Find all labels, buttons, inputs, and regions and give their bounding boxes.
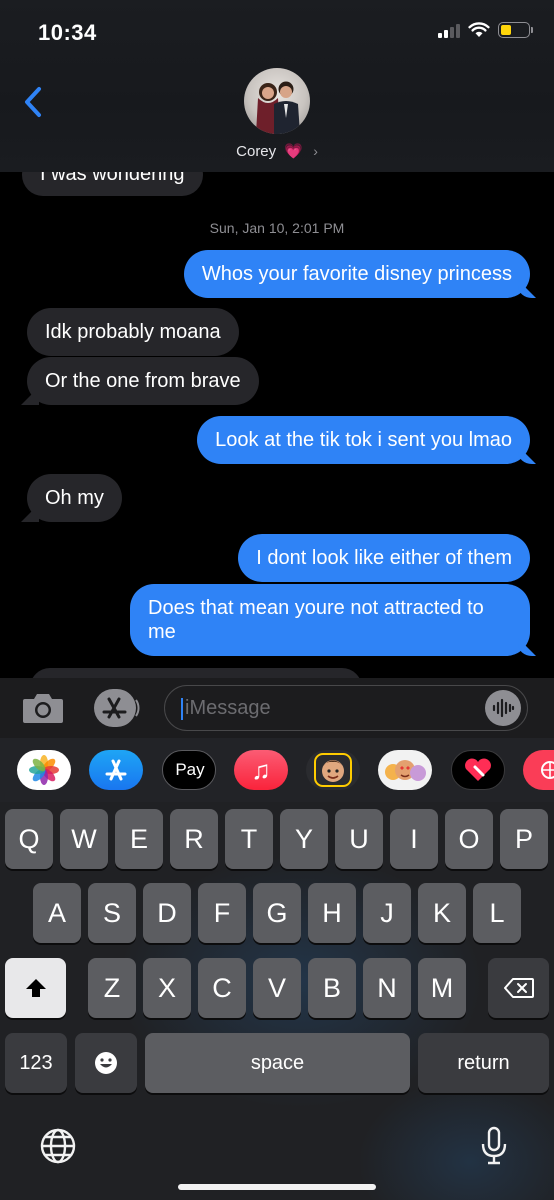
app-store-app-icon[interactable]	[89, 750, 143, 790]
heart-emoji: 💗	[284, 143, 304, 160]
key-g[interactable]: G	[253, 883, 301, 943]
emoji-face-icon	[95, 1052, 117, 1074]
key-d[interactable]: D	[143, 883, 191, 943]
digital-touch-app-icon[interactable]	[451, 750, 505, 790]
shift-key[interactable]	[5, 958, 66, 1018]
message-bubble-incoming[interactable]: Oh my	[27, 474, 122, 522]
animoji-app-icon[interactable]	[378, 750, 432, 790]
status-indicators	[438, 22, 533, 38]
numbers-key[interactable]: 123	[5, 1033, 67, 1093]
key-y[interactable]: Y	[280, 809, 328, 869]
memoji-icon	[314, 753, 352, 787]
key-t[interactable]: T	[225, 809, 273, 869]
message-bubble-outgoing[interactable]: I dont look like either of them	[238, 534, 530, 582]
message-input[interactable]: iMessage	[164, 685, 528, 731]
animoji-icon	[385, 760, 426, 781]
key-e[interactable]: E	[115, 809, 163, 869]
app-store-button[interactable]	[92, 686, 140, 730]
key-i[interactable]: I	[390, 809, 438, 869]
contact-avatar[interactable]	[244, 68, 310, 134]
cellular-signal-icon	[438, 22, 460, 38]
key-q[interactable]: Q	[5, 809, 53, 869]
wifi-icon	[468, 22, 490, 37]
text-caret	[181, 698, 183, 720]
camera-icon	[23, 694, 63, 723]
key-l[interactable]: L	[473, 883, 521, 943]
message-input-placeholder: iMessage	[185, 697, 271, 719]
key-p[interactable]: P	[500, 809, 548, 869]
key-m[interactable]: M	[418, 958, 466, 1018]
app-store-a-icon	[105, 759, 127, 781]
shift-arrow-icon	[25, 979, 46, 997]
key-c[interactable]: C	[198, 958, 246, 1018]
contact-name-row[interactable]: Corey 💗 ›	[0, 142, 554, 160]
message-bubble-outgoing[interactable]: Look at the tik tok i sent you lmao	[197, 416, 530, 464]
waveform-icon	[492, 698, 515, 718]
backspace-icon	[503, 978, 534, 998]
message-timestamp: Sun, Jan 10, 2:01 PM	[209, 220, 345, 236]
globe-icon	[40, 1128, 76, 1164]
app-drawer: Pay ♫	[0, 738, 554, 802]
battery-icon	[498, 22, 533, 38]
key-r[interactable]: R	[170, 809, 218, 869]
chevron-right-icon: ›	[313, 143, 318, 159]
key-n[interactable]: N	[363, 958, 411, 1018]
input-bar: iMessage	[0, 678, 554, 738]
apple-pay-app-icon[interactable]: Pay	[162, 750, 216, 790]
heart-touch-icon	[465, 758, 491, 781]
home-indicator[interactable]	[178, 1184, 376, 1190]
web-images-app-icon[interactable]	[523, 750, 554, 790]
apple-pay-label: Pay	[175, 760, 205, 779]
key-v[interactable]: V	[253, 958, 301, 1018]
message-bubble-incoming[interactable]: Idk probably moana	[27, 308, 239, 356]
globe-search-icon	[541, 761, 554, 779]
key-u[interactable]: U	[335, 809, 383, 869]
message-bubble-incoming[interactable]: Or the one from brave	[27, 357, 259, 405]
globe-button[interactable]	[38, 1126, 78, 1166]
emoji-key[interactable]	[75, 1033, 137, 1093]
key-o[interactable]: O	[445, 809, 493, 869]
delete-key[interactable]	[488, 958, 549, 1018]
message-bubble-outgoing[interactable]: Does that mean youre not attracted to me	[130, 584, 530, 656]
back-button[interactable]	[18, 82, 48, 122]
chevron-left-icon	[25, 87, 41, 117]
key-k[interactable]: K	[418, 883, 466, 943]
message-thread[interactable]: I was wondering Sun, Jan 10, 2:01 PM Who…	[0, 172, 554, 678]
return-key[interactable]: return	[418, 1033, 549, 1093]
message-bubble-outgoing[interactable]: Whos your favorite disney princess	[183, 250, 530, 298]
dictation-button[interactable]	[476, 1124, 512, 1168]
contact-name: Corey	[236, 143, 277, 160]
memoji-app-icon[interactable]	[306, 750, 360, 790]
music-app-icon[interactable]: ♫	[234, 750, 288, 790]
key-h[interactable]: H	[308, 883, 356, 943]
typing-bubble-partial	[30, 668, 362, 678]
key-j[interactable]: J	[363, 883, 411, 943]
message-bubble-incoming[interactable]: I was wondering	[22, 172, 203, 196]
music-note-icon: ♫	[251, 754, 271, 785]
avatar-photo	[256, 81, 300, 134]
key-b[interactable]: B	[308, 958, 356, 1018]
key-w[interactable]: W	[60, 809, 108, 869]
app-store-icon	[94, 689, 140, 727]
key-z[interactable]: Z	[88, 958, 136, 1018]
audio-message-button[interactable]	[485, 690, 521, 726]
key-a[interactable]: A	[33, 883, 81, 943]
key-f[interactable]: F	[198, 883, 246, 943]
microphone-icon	[481, 1126, 507, 1165]
photos-app-icon[interactable]	[17, 750, 71, 790]
space-key[interactable]: space	[145, 1033, 410, 1093]
camera-button[interactable]	[20, 690, 66, 726]
key-s[interactable]: S	[88, 883, 136, 943]
conversation-header: 10:34 Corey 💗 ›	[0, 0, 554, 172]
status-time: 10:34	[38, 20, 97, 45]
key-x[interactable]: X	[143, 958, 191, 1018]
keyboard: Q W E R T Y U I O P A S D F G H J K L Z …	[0, 802, 554, 1200]
photos-icon	[29, 755, 59, 785]
